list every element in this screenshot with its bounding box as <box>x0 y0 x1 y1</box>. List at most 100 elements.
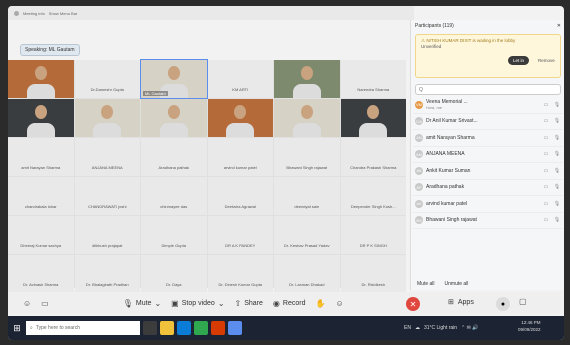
participants-button[interactable]: ● <box>496 297 510 311</box>
layout-button[interactable]: ☺ <box>18 297 36 310</box>
participant-tile[interactable]: DR P K SINGH <box>340 216 406 254</box>
video-status-icon[interactable]: ▭ <box>542 201 550 207</box>
edge-icon[interactable] <box>177 321 191 335</box>
participant-row[interactable]: AN amit Narayan Sharma ▭ 🎙 <box>413 130 563 147</box>
more-button[interactable]: ☺ <box>330 297 348 310</box>
mic-status-icon[interactable]: 🎙 <box>553 135 561 141</box>
reactions-button[interactable]: ✋ <box>310 297 330 310</box>
participant-tile[interactable]: ANJANA MEENA <box>74 138 140 176</box>
participant-tile[interactable] <box>8 99 74 137</box>
video-status-icon[interactable]: ▭ <box>542 102 550 108</box>
video-status-icon[interactable]: ▭ <box>542 168 550 174</box>
start-icon[interactable]: ⊞ <box>8 319 26 337</box>
mic-status-icon[interactable]: 🎙 <box>553 201 561 207</box>
participant-tile[interactable] <box>8 60 74 98</box>
avatar: DA <box>415 117 423 126</box>
meeting-info-button[interactable]: Meeting info <box>23 11 45 16</box>
participant-tile[interactable]: Deepender Singh Kush... <box>340 177 406 215</box>
show-menu-bar-button[interactable]: Show Menu Bar <box>49 11 77 16</box>
participant-tile[interactable]: CHANDRAWATI joshi <box>74 177 140 215</box>
chat-bubble-button[interactable]: ▭ <box>36 297 54 310</box>
taskbar-search-input[interactable]: ⌕ Type here to search <box>26 321 140 335</box>
microphone-icon: 🎙 <box>122 298 133 308</box>
participant-tile[interactable]: Dr.Dameshr Gupta <box>74 60 140 98</box>
participant-tile[interactable]: DR A K PANDEY <box>207 216 273 254</box>
participant-tile[interactable]: deendyal sain <box>274 177 340 215</box>
participant-tile-name: Dr. Avinash Sharma <box>23 282 59 287</box>
clock[interactable]: 12:46 PM 09/09/2022 <box>518 319 541 333</box>
participant-tile[interactable] <box>274 99 340 137</box>
participant-tile[interactable]: Dr. Avinash Sharma <box>8 255 74 293</box>
participant-tile[interactable]: Deeksha Agrawal <box>207 177 273 215</box>
participant-tile[interactable]: amit Narayan Sharma <box>8 138 74 176</box>
participant-tile[interactable]: Bhawani Singh rajawat <box>274 138 340 176</box>
participant-tile[interactable]: Dimple Gupta <box>141 216 207 254</box>
participant-tile[interactable]: Dr. Rishikesh <box>340 255 406 293</box>
unmute-all-button[interactable]: Unmute all <box>445 281 469 287</box>
participant-tile[interactable]: Aradhana pathak <box>141 138 207 176</box>
participant-tile[interactable] <box>274 60 340 98</box>
mic-status-icon[interactable]: 🎙 <box>553 168 561 174</box>
weather-text[interactable]: 31°C Light rain <box>424 325 457 331</box>
avatar: VM <box>415 100 423 109</box>
participant-tile[interactable] <box>207 99 273 137</box>
participant-tile[interactable]: Dr. Daya <box>141 255 207 293</box>
apps-button[interactable]: ⊞ Apps <box>448 298 474 307</box>
mute-button[interactable]: 🎙 Mute ⌄ <box>118 297 166 310</box>
remove-button[interactable]: Remove <box>534 56 559 65</box>
task-view-icon[interactable] <box>143 321 157 335</box>
stop-video-button[interactable]: ▣ Stop video ⌄ <box>166 297 229 310</box>
participant-tile[interactable]: Dheeraj Kumar sachya <box>8 216 74 254</box>
participant-tile[interactable]: dilkhush prajapat <box>74 216 140 254</box>
webex-icon[interactable] <box>228 321 242 335</box>
participant-row[interactable]: DA Dr Anil Kumar Srivast... ▭ 🎙 <box>413 114 563 130</box>
video-status-icon[interactable]: ▭ <box>542 135 550 141</box>
participant-row[interactable]: AK arvind kumar patel ▭ 🎙 <box>413 196 563 213</box>
participant-tile-name: Dr. Laxman Dhakad <box>289 282 325 287</box>
participant-tile[interactable] <box>340 99 406 137</box>
participant-tile[interactable]: Dr. Laxman Dhakad <box>274 255 340 293</box>
participant-search-input[interactable]: Q <box>415 84 561 95</box>
mute-all-button[interactable]: Mute all <box>417 281 435 287</box>
participant-row[interactable]: AM ANJANA MEENA ▭ 🎙 <box>413 147 563 163</box>
participant-tile[interactable]: Narendra Sharma <box>340 60 406 98</box>
participant-tile[interactable] <box>74 99 140 137</box>
participant-tile[interactable]: chandrakala lohar <box>8 177 74 215</box>
video-status-icon[interactable]: ▭ <box>542 151 550 157</box>
share-button[interactable]: ⇧ Share <box>230 297 268 310</box>
participant-row[interactable]: AK Ankit Kumar Suman ▭ 🎙 <box>413 163 563 180</box>
participant-tile[interactable]: arvind kumar patel <box>207 138 273 176</box>
file-explorer-icon[interactable] <box>160 321 174 335</box>
panel-close-icon[interactable]: ✕ <box>557 23 561 29</box>
participant-tile[interactable]: Dr. Bhalagirath Pradhan <box>74 255 140 293</box>
participant-tile[interactable]: Dr. Keshav Prasad Yadav <box>274 216 340 254</box>
participant-tile-name: dilkhush prajapat <box>92 243 123 248</box>
chrome-icon[interactable] <box>194 321 208 335</box>
participant-row[interactable]: AP Aradhana pathak ▭ 🎙 <box>413 180 563 196</box>
participant-tile[interactable]: chinmayee das <box>141 177 207 215</box>
mic-status-icon[interactable]: 🎙 <box>553 151 561 157</box>
chat-button[interactable]: ▢ <box>519 297 527 306</box>
participant-tile[interactable]: ML Gautam <box>140 59 208 99</box>
mic-status-icon[interactable]: 🎙 <box>553 118 561 124</box>
title-bar: Meeting info Show Menu Bar <box>8 6 414 20</box>
video-status-icon[interactable]: ▭ <box>542 184 550 190</box>
language-indicator[interactable]: EN <box>404 325 411 331</box>
participant-row[interactable]: BS Bhawani Singh rajawat ▭ 🎙 <box>413 213 563 229</box>
video-status-icon[interactable]: ▭ <box>542 118 550 124</box>
participant-tile[interactable]: KM ARTI <box>207 60 273 98</box>
participant-tile[interactable]: Chandra Prakash Sharma <box>340 138 406 176</box>
mic-status-icon[interactable]: 🎙 <box>553 184 561 190</box>
leave-meeting-button[interactable]: ✕ <box>406 297 420 311</box>
tray-icons[interactable]: ⌃ ✉ 🔊 <box>461 325 478 331</box>
participant-body <box>292 84 321 98</box>
participant-tile[interactable] <box>141 99 207 137</box>
video-status-icon[interactable]: ▭ <box>542 217 550 223</box>
app-icon[interactable] <box>211 321 225 335</box>
record-button[interactable]: ◉ Record <box>268 297 311 310</box>
mic-status-icon[interactable]: 🎙 <box>553 102 561 108</box>
let-in-button[interactable]: Let in <box>508 56 530 65</box>
participant-row[interactable]: VM Veena Memorial ... Host, me ▭ 🎙 <box>413 97 563 114</box>
mic-status-icon[interactable]: 🎙 <box>553 217 561 223</box>
participant-tile[interactable]: Dr. Dinesh Kumar Gupta <box>207 255 273 293</box>
